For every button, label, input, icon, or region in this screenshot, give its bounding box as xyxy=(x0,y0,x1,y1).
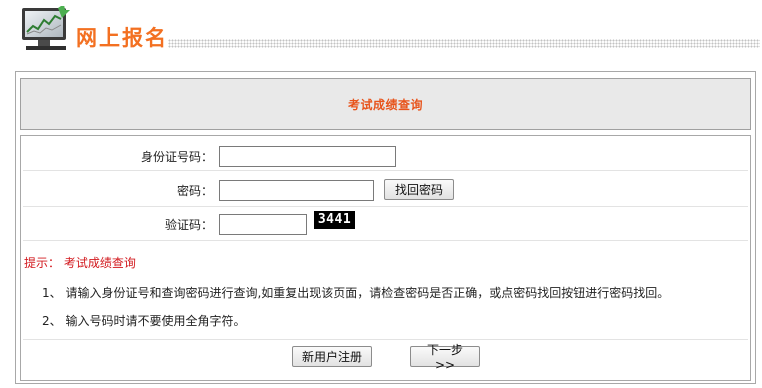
row-divider xyxy=(23,339,748,340)
password-label: 密码： xyxy=(176,184,213,198)
row-divider xyxy=(23,206,748,207)
row-divider xyxy=(23,170,748,171)
captcha-input[interactable] xyxy=(219,214,307,235)
panel-title: 考试成绩查询 xyxy=(347,97,423,112)
page-title: 网上报名 xyxy=(76,26,168,50)
panel-title-bar: 考试成绩查询 xyxy=(20,78,751,130)
register-button[interactable]: 新用户注册 xyxy=(292,346,372,367)
tip-title: 提示： 考试成绩查询 xyxy=(24,256,136,270)
note-item: 1、 请输入身份证号和查询密码进行查询,如重复出现该页面，请检查密码是否正确，或… xyxy=(42,286,670,300)
row-divider xyxy=(23,240,748,241)
next-step-button[interactable]: 下一步>> xyxy=(410,343,480,372)
page-header: 网上报名 xyxy=(0,0,762,62)
password-input[interactable] xyxy=(219,180,374,201)
query-frame: 考试成绩查询 身份证号码： 密码： 找回密码 验证码： 3441 提示： 考试成… xyxy=(15,71,756,384)
note-item: 2、 输入号码时请不要使用全角字符。 xyxy=(42,314,246,328)
captcha-image[interactable]: 3441 xyxy=(314,211,355,229)
header-dotted-rule xyxy=(168,39,760,48)
id-number-label: 身份证号码： xyxy=(140,150,213,164)
form-panel: 身份证号码： 密码： 找回密码 验证码： 3441 提示： 考试成绩查询 1、 … xyxy=(20,135,751,381)
page: 网上报名 考试成绩查询 身份证号码： 密码： 找回密码 验证码： 3441 提示… xyxy=(0,0,762,388)
id-number-input[interactable] xyxy=(219,146,396,167)
monitor-chart-icon xyxy=(22,6,70,50)
captcha-label: 验证码： xyxy=(164,218,213,232)
recover-password-button[interactable]: 找回密码 xyxy=(384,179,454,200)
